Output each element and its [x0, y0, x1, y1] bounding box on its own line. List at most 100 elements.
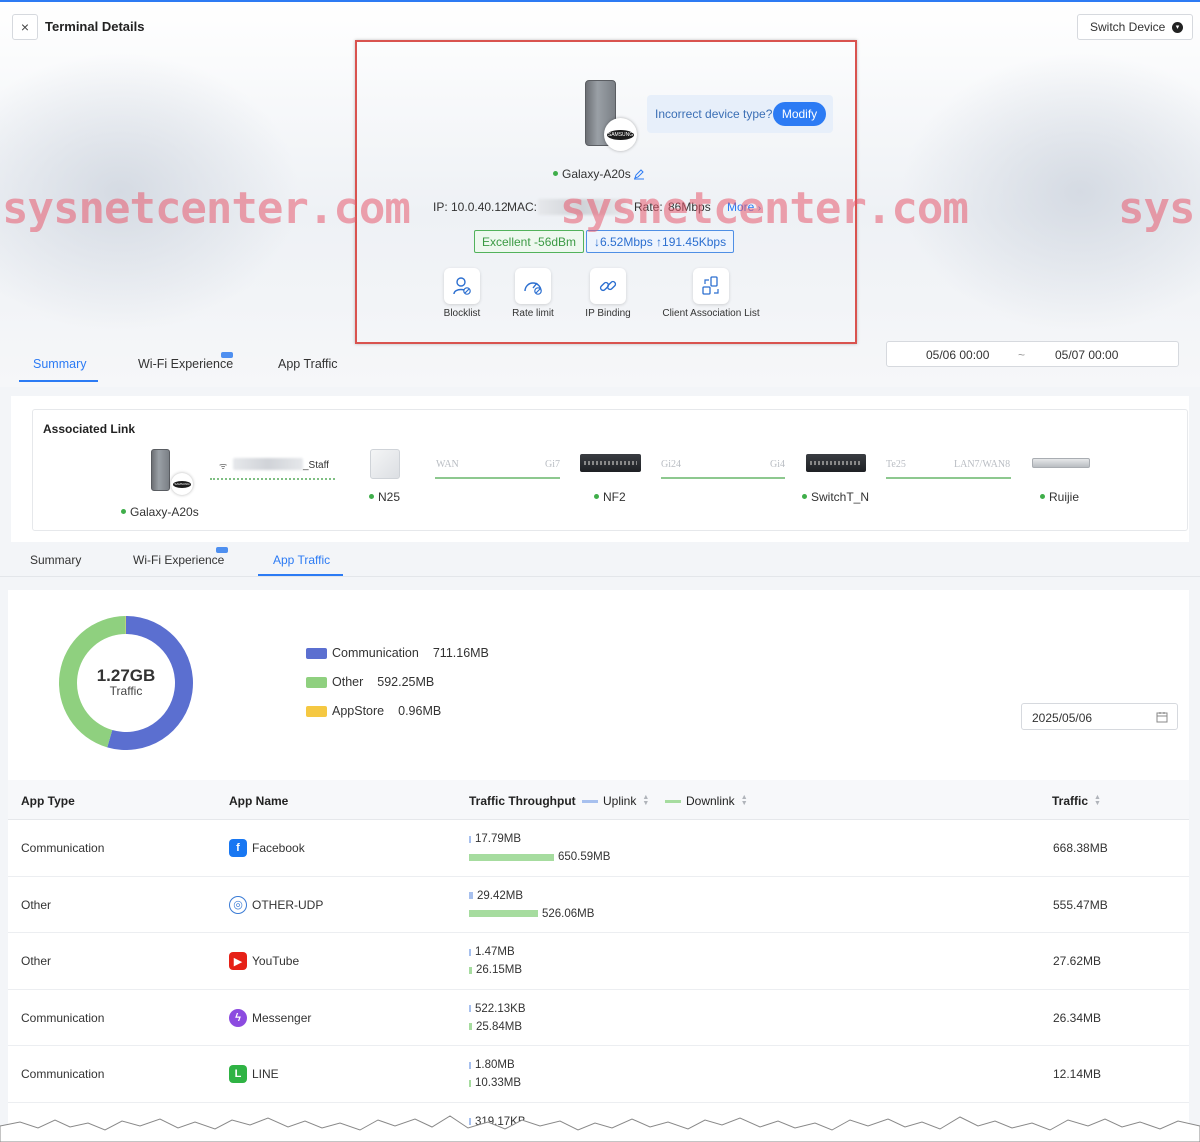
switch-device-icon — [806, 454, 866, 472]
ssid-redacted — [233, 458, 303, 470]
sort-icon: ▲ ▼ — [740, 794, 748, 807]
table-row[interactable]: Communication ϟ Messenger 522.13KB 25.84… — [8, 990, 1189, 1046]
downlink-bar — [469, 853, 554, 861]
downlink-bar — [469, 1023, 472, 1030]
client-node-label: Galaxy-A20s — [121, 505, 199, 519]
app-type-cell: Communication — [21, 1010, 105, 1025]
table-row[interactable]: Communication f Facebook 17.79MB 650.59M… — [8, 820, 1189, 877]
uplink-throughput: 1.47MB — [469, 946, 515, 958]
uplink-throughput: 1.80MB — [469, 1059, 515, 1071]
second-tab-bar: Summary Wi-Fi Experience App Traffic — [0, 545, 1200, 577]
gateway-device-icon — [580, 454, 641, 472]
uplink-bar — [469, 892, 473, 899]
torn-paper-edge — [0, 1115, 1200, 1142]
app-name-cell: OTHER-UDP — [252, 897, 324, 912]
downlink-throughput: 25.84MB — [469, 1021, 522, 1033]
legend-item: Communication 711.16MB — [306, 646, 489, 660]
uplink-legend[interactable]: Uplink ▲ ▼ — [582, 794, 649, 808]
tab-summary[interactable]: Summary — [33, 357, 86, 371]
traffic-cell: 12.14MB — [1053, 1067, 1102, 1081]
app-traffic-table: App Type App Name Traffic Throughput Upl… — [8, 780, 1189, 1142]
port-label: LAN7/WAN8 — [954, 459, 1011, 470]
link-line — [886, 477, 1011, 479]
uplink-bar — [469, 1061, 471, 1069]
downlink-bar — [469, 1079, 471, 1087]
range-end: 05/07 00:00 — [1055, 348, 1119, 362]
downlink-legend[interactable]: Downlink ▲ ▼ — [665, 794, 748, 808]
range-separator: ~ — [1018, 348, 1026, 362]
app-type-cell: Communication — [21, 1067, 105, 1081]
app-name-cell: YouTube — [252, 954, 300, 968]
legend-swatch — [306, 705, 327, 717]
donut-total-label: Traffic — [109, 684, 143, 698]
messenger-icon: ϟ — [229, 1008, 247, 1027]
table-row[interactable]: Communication L LINE 1.80MB 10.33MB 12.1… — [8, 1046, 1189, 1103]
client-phone-icon — [151, 449, 170, 491]
app-name-cell: Messenger — [252, 1010, 312, 1025]
watermark-text: sysnetcenter.com — [2, 183, 411, 234]
table-row[interactable]: Other ▶ YouTube 1.47MB 26.15MB 27.62MB — [8, 933, 1189, 990]
watermark-text: sys — [1118, 183, 1195, 234]
downlink-throughput: 26.15MB — [469, 964, 522, 976]
line-icon: L — [229, 1065, 247, 1083]
link-line — [435, 477, 560, 479]
youtube-icon: ▶ — [229, 952, 247, 970]
app-name-cell: Facebook — [252, 841, 305, 855]
tab-wifi-experience[interactable]: Wi-Fi Experience — [138, 357, 233, 371]
col-app-type: App Type — [21, 794, 75, 808]
time-range-picker[interactable]: 05/06 00:00 ~ 05/07 00:00 — [886, 341, 1179, 367]
app-type-cell: Communication — [21, 841, 105, 855]
close-button[interactable]: × — [12, 14, 38, 40]
active-tab-indicator — [19, 380, 98, 382]
watermark-text: sysnetcenter.com — [560, 183, 969, 234]
uplink-bar — [469, 948, 471, 956]
node-label: SwitchT_N — [802, 490, 869, 504]
samsung-logo-icon: SAMSUNG — [171, 473, 193, 495]
date-value: 2025/05/06 — [1032, 711, 1093, 725]
traffic-cell: 668.38MB — [1053, 841, 1108, 855]
node-label: NF2 — [594, 490, 626, 504]
chevron-down-icon: ▾ — [1172, 22, 1183, 33]
app-type-cell: Other — [21, 897, 52, 912]
close-icon: × — [20, 19, 30, 35]
table-row[interactable]: Other ◎ OTHER-UDP 29.42MB 526.06MB 555.4… — [8, 877, 1189, 933]
traffic-cell: 555.47MB — [1053, 897, 1108, 912]
beta-badge — [221, 352, 233, 358]
facebook-icon: f — [229, 839, 247, 857]
associated-link-title: Associated Link — [43, 422, 136, 436]
ssid-suffix: _Staff — [303, 460, 329, 471]
tab-summary[interactable]: Summary — [30, 553, 81, 567]
donut-total: 1.27GB — [96, 666, 156, 685]
uplink-throughput: 29.42MB — [469, 890, 523, 902]
wifi-icon: ᯤ — [219, 461, 228, 471]
port-label: Te25 — [886, 459, 906, 470]
legend-item: Other 592.25MB — [306, 675, 434, 689]
col-app-name: App Name — [229, 794, 289, 808]
uplink-bar — [469, 835, 471, 843]
node-label: Ruijie — [1040, 490, 1079, 504]
page-title: Terminal Details — [45, 19, 145, 34]
legend-item: AppStore 0.96MB — [306, 704, 441, 718]
tab-app-traffic[interactable]: App Traffic — [278, 357, 338, 371]
access-point-icon — [370, 449, 400, 479]
uplink-bar — [469, 1005, 471, 1012]
switch-device-label: Switch Device — [1090, 20, 1166, 34]
downlink-bar — [469, 910, 538, 917]
tab-wifi-experience[interactable]: Wi-Fi Experience — [133, 553, 224, 567]
wireless-link-line — [210, 478, 335, 480]
downlink-bar — [469, 966, 472, 974]
col-traffic[interactable]: Traffic ▲ ▼ — [1052, 794, 1101, 808]
globe-icon: ◎ — [229, 895, 247, 914]
col-throughput: Traffic Throughput — [469, 794, 576, 808]
port-label: Gi7 — [545, 459, 560, 470]
port-label: Gi24 — [661, 459, 681, 470]
traffic-cell: 27.62MB — [1053, 954, 1102, 968]
sort-icon: ▲ ▼ — [1094, 794, 1101, 807]
calendar-icon — [1156, 712, 1168, 723]
range-start: 05/06 00:00 — [926, 348, 990, 362]
traffic-cell: 26.34MB — [1053, 1010, 1102, 1025]
link-line — [661, 477, 785, 479]
date-picker[interactable]: 2025/05/06 — [1021, 703, 1178, 730]
switch-device-button[interactable]: Switch Device ▾ — [1077, 14, 1193, 40]
tab-app-traffic[interactable]: App Traffic — [273, 553, 330, 567]
